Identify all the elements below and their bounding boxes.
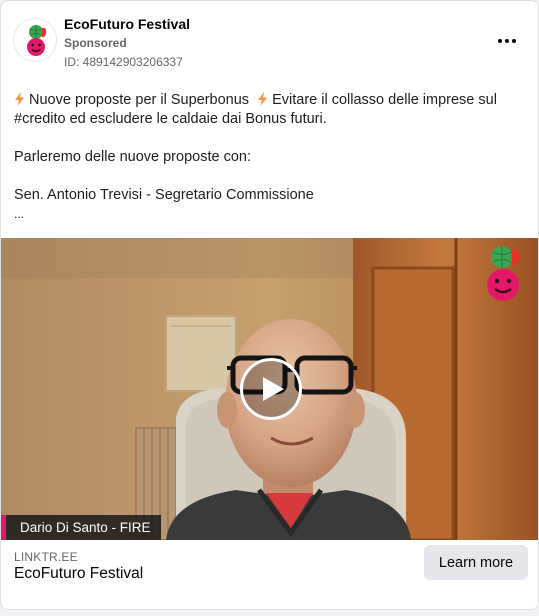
message-text: Nuove proposte per il Superbonus	[29, 92, 250, 108]
ad-id: ID: 489142903206337	[64, 55, 183, 69]
learn-more-button[interactable]: Learn more	[424, 545, 528, 580]
ecofuturo-logo-icon	[27, 25, 47, 56]
link-title[interactable]: EcoFuturo Festival	[14, 565, 143, 583]
post-header: EcoFuturo Festival Sponsored ID: 4891429…	[1, 1, 538, 77]
message-spacer	[14, 167, 524, 186]
message-spacer	[14, 129, 524, 148]
link-domain: LINKTR.EE	[14, 550, 78, 564]
page-name-link[interactable]: EcoFuturo Festival	[64, 16, 190, 32]
more-horizontal-icon-dot	[512, 39, 516, 43]
more-horizontal-icon-dot	[505, 39, 509, 43]
link-footer[interactable]: LINKTR.EE EcoFuturo Festival Learn more	[1, 540, 538, 609]
ecofuturo-watermark-icon	[487, 246, 521, 301]
message-line: Nuove proposte per il Superbonus Evitare…	[14, 91, 524, 110]
see-more-ellipsis[interactable]: ...	[14, 205, 524, 224]
message-line: Sen. Antonio Trevisi - Segretario Commis…	[14, 187, 314, 203]
message-line: Parleremo delle nuove proposte con:	[14, 149, 251, 165]
message-text: Evitare il collasso delle imprese sul	[272, 92, 497, 108]
play-icon	[263, 377, 284, 401]
sponsored-label: Sponsored	[64, 36, 127, 50]
post-message: Nuove proposte per il Superbonus Evitare…	[14, 91, 524, 224]
more-options-button[interactable]	[493, 31, 521, 51]
message-line: #credito ed escludere le caldaie dai Bon…	[14, 111, 327, 127]
more-horizontal-icon	[498, 39, 502, 43]
lightning-bolt-icon	[15, 92, 24, 106]
ad-post-card: EcoFuturo Festival Sponsored ID: 4891429…	[0, 0, 539, 610]
page-avatar[interactable]	[13, 18, 57, 62]
video-caption-lower-third: Dario Di Santo - FIRE	[1, 515, 161, 540]
play-button[interactable]	[240, 358, 302, 420]
lightning-bolt-icon	[258, 92, 268, 106]
